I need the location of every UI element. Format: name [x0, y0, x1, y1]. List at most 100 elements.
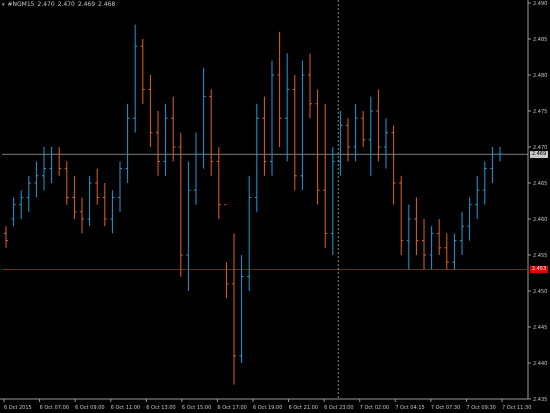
ask-price-tag: 2.469 — [530, 150, 548, 158]
price-tick-label: 2.485 — [533, 37, 547, 43]
time-tick-label: 7 Oct 09:30 — [466, 405, 495, 411]
ohlc-bar[interactable] — [224, 204, 229, 299]
ohlc-bar[interactable] — [34, 161, 39, 198]
ohlc-bar[interactable] — [308, 53, 312, 119]
ohlc-bar[interactable] — [42, 147, 46, 191]
ohlc-bar[interactable] — [399, 175, 404, 255]
ohlc-bar[interactable] — [270, 60, 274, 176]
price-tick-label: 2.450 — [533, 289, 547, 295]
ohlc-bar[interactable] — [4, 226, 8, 248]
time-tick-label: 7 Oct 07:30 — [431, 405, 460, 411]
time-tick-label: 7 Oct 02:00 — [360, 405, 389, 411]
ohlc-bar[interactable] — [460, 211, 464, 255]
ohlc-bar[interactable] — [338, 111, 343, 176]
ohlc-bar[interactable] — [118, 161, 122, 212]
time-tick-label: 7 Oct 04:15 — [395, 405, 424, 411]
chart-header: ▾ #NGM15 2.470 2.470 2.469 2.468 — [2, 1, 118, 8]
ohlc-low: 2.469 — [77, 1, 96, 8]
ohlc-bar[interactable] — [80, 197, 84, 234]
ohlc-bar[interactable] — [186, 161, 191, 291]
time-tick-label: 6 Oct 2015 — [4, 405, 32, 411]
price-tick-label: 2.445 — [533, 325, 547, 331]
ohlc-bar[interactable] — [140, 39, 145, 104]
ohlc-bar[interactable] — [95, 168, 100, 205]
ohlc-bar[interactable] — [72, 175, 77, 219]
ohlc-bar[interactable] — [156, 111, 160, 176]
ohlc-bar[interactable] — [19, 190, 24, 219]
ohlc-bar[interactable] — [467, 197, 472, 241]
price-tick-label: 2.475 — [533, 109, 547, 115]
ohlc-bar[interactable] — [163, 103, 168, 176]
ohlc-bar[interactable] — [414, 197, 419, 255]
ohlc-bar[interactable] — [232, 233, 236, 385]
ohlc-close: 2.468 — [98, 1, 116, 8]
ohlc-bar[interactable] — [262, 96, 267, 176]
ohlc-bar[interactable] — [323, 103, 328, 248]
bid-price-tag: 2.453 — [530, 265, 548, 273]
price-tick-label: 2.440 — [533, 361, 547, 367]
ohlc-bar[interactable] — [490, 147, 495, 183]
price-chart[interactable]: 2.490 2.485 2.480 2.475 2.470 2.465 2.460 2.455… — [0, 0, 550, 413]
ohlc-bar[interactable] — [422, 219, 426, 270]
ohlc-bar[interactable] — [475, 175, 480, 219]
ohlc-bar[interactable] — [368, 96, 373, 176]
price-tick-label: 2.460 — [533, 217, 547, 223]
ohlc-bar[interactable] — [452, 233, 457, 270]
ohlc-bar[interactable] — [148, 75, 153, 147]
ohlc-bar[interactable] — [361, 111, 366, 147]
ohlc-bar[interactable] — [87, 175, 92, 227]
ohlc-bar[interactable] — [376, 89, 381, 162]
price-tick-label: 2.465 — [533, 181, 547, 187]
time-tick-label: 6 Oct 07:00 — [40, 405, 69, 411]
price-tick-label: 2.480 — [533, 73, 547, 79]
ohlc-bar[interactable] — [247, 175, 252, 291]
ohlc-bar[interactable] — [254, 103, 259, 212]
ohlc-bar[interactable] — [429, 226, 434, 270]
ohlc-bar[interactable] — [406, 204, 411, 270]
ohlc-bar[interactable] — [64, 161, 69, 205]
ohlc-bar[interactable] — [11, 197, 16, 227]
ohlc-bar[interactable] — [285, 53, 290, 162]
time-tick-label: 7 Oct 11:30 — [502, 405, 531, 411]
time-tick-label: 6 Oct 19:00 — [253, 405, 282, 411]
ohlc-bar[interactable] — [482, 161, 487, 205]
time-tick-label: 6 Oct 21:00 — [289, 405, 318, 411]
ohlc-bar[interactable] — [315, 89, 320, 205]
time-tick-label: 6 Oct 11:00 — [111, 405, 140, 411]
time-tick-label: 6 Oct 17:00 — [217, 405, 246, 411]
ohlc-bar[interactable] — [125, 103, 130, 183]
ohlc-bar[interactable] — [346, 118, 350, 162]
price-tick-label: 2.490 — [533, 1, 547, 7]
ohlc-bar[interactable] — [102, 183, 107, 227]
ohlc-bar[interactable] — [133, 24, 138, 133]
ohlc-bar[interactable] — [110, 190, 115, 234]
ohlc-bar[interactable] — [201, 67, 206, 169]
ohlc-bar[interactable] — [209, 89, 214, 176]
ohlc-bar[interactable] — [437, 219, 442, 255]
ohlc-bar[interactable] — [498, 147, 502, 162]
ohlc-bar[interactable] — [171, 96, 176, 162]
ohlc-bar[interactable] — [26, 175, 31, 212]
ohlc-bar[interactable] — [216, 147, 221, 219]
ohlc-bar[interactable] — [353, 103, 358, 162]
ohlc-bar[interactable] — [194, 132, 198, 205]
ohlc-bar[interactable] — [49, 147, 54, 183]
ohlc-high: 2.470 — [57, 1, 75, 8]
ohlc-bar[interactable] — [239, 255, 244, 363]
price-tick-label: 2.435 — [533, 397, 547, 403]
menu-arrow-icon[interactable]: ▾ — [2, 2, 5, 8]
ohlc-bar[interactable] — [292, 75, 297, 191]
ohlc-bar[interactable] — [444, 233, 449, 270]
time-tick-label: 6 Oct 09:00 — [75, 405, 104, 411]
ohlc-bar[interactable] — [384, 118, 388, 169]
symbol-timeframe: #NGM15 — [7, 1, 35, 8]
chart-window[interactable]: 2.490 2.485 2.480 2.475 2.470 2.465 2.460 2.455… — [0, 0, 550, 413]
time-tick-label: 6 Oct 23:00 — [324, 405, 353, 411]
time-tick-label: 6 Oct 15:00 — [182, 405, 211, 411]
ohlc-bar[interactable] — [330, 147, 335, 255]
ohlc-bar[interactable] — [277, 31, 282, 147]
ohlc-bar[interactable] — [57, 147, 62, 176]
ohlc-bar[interactable] — [300, 60, 305, 191]
ohlc-bar[interactable] — [391, 125, 396, 205]
price-tick-label: 2.455 — [533, 253, 547, 259]
